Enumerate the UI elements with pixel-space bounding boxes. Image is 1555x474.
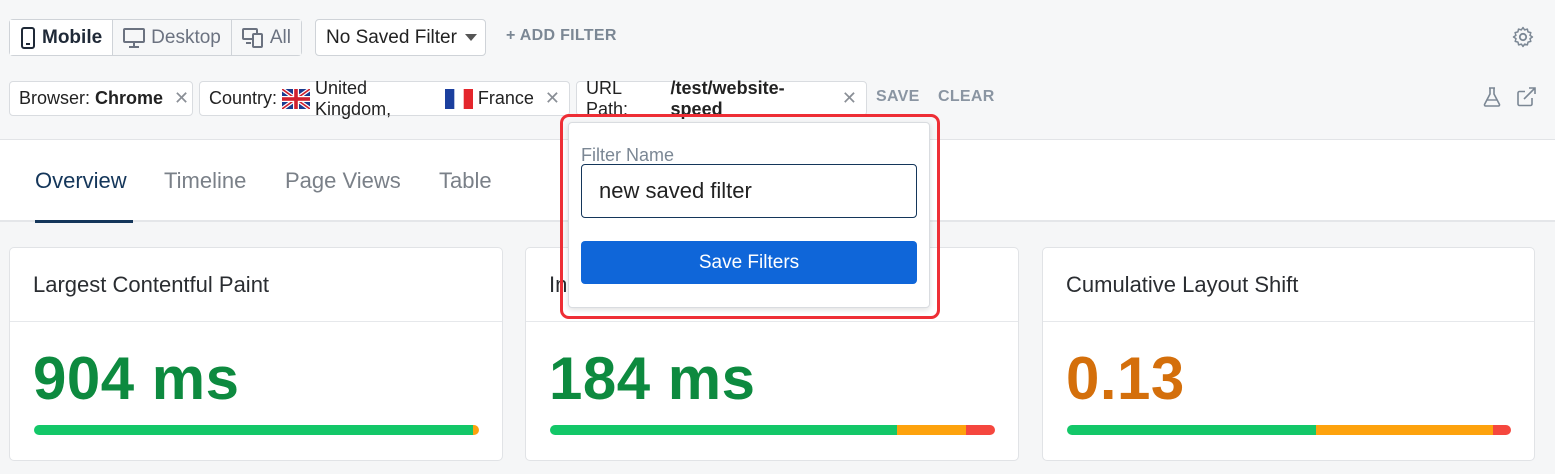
device-all-button[interactable]: All	[231, 20, 301, 55]
filter-toolbar: Mobile Desktop All No Saved Filter + ADD…	[0, 0, 1555, 140]
divider	[1043, 321, 1534, 322]
add-filter-button[interactable]: + ADD FILTER	[506, 27, 617, 45]
distribution-needs-improvement-segment	[472, 425, 479, 435]
close-icon[interactable]: ✕	[174, 88, 189, 109]
save-filter-popup: Filter Name Save Filters	[568, 122, 930, 308]
filter-name-label: Filter Name	[581, 145, 675, 165]
filter-chip-value: France	[477, 88, 534, 108]
device-mobile-label: Mobile	[42, 26, 103, 48]
filter-chip-country[interactable]: Country: United Kingdom, France ✕	[199, 78, 570, 119]
distribution-needs-improvement-segment	[1315, 425, 1494, 435]
divider	[526, 321, 1018, 322]
save-filters-button[interactable]: Save Filters	[581, 241, 917, 284]
tab-table[interactable]: Table	[439, 168, 492, 194]
filter-name-input[interactable]	[581, 164, 917, 218]
distribution-good-segment	[34, 425, 473, 435]
metric-card-cls: Cumulative Layout Shift 0.13	[1042, 247, 1535, 461]
metric-card-title: Cumulative Layout Shift	[1066, 272, 1299, 297]
metric-card-title: In	[549, 272, 568, 297]
filter-chip-value: United Kingdom,	[315, 77, 392, 119]
clear-filters-button[interactable]: CLEAR	[938, 88, 995, 106]
filter-chip-key: Browser:	[19, 88, 91, 108]
distribution-needs-improvement-segment	[897, 425, 967, 435]
metric-card-value: 904 ms	[33, 345, 240, 412]
filter-chip-url-path[interactable]: URL Path: /test/website-speed ✕	[576, 78, 867, 119]
device-desktop-label: Desktop	[151, 26, 221, 48]
metric-card-value: 0.13	[1066, 345, 1185, 412]
filter-chip-key: URL Path:	[586, 77, 629, 119]
filter-chip-value: /test/website-speed	[670, 77, 785, 119]
tab-page-views[interactable]: Page Views	[285, 168, 401, 194]
device-toggle: Mobile Desktop All	[9, 19, 302, 56]
metric-card-title: Largest Contentful Paint	[33, 272, 270, 297]
desktop-monitor-icon	[123, 27, 146, 48]
device-desktop-button[interactable]: Desktop	[113, 20, 232, 55]
tab-overview[interactable]: Overview	[35, 168, 127, 194]
saved-filter-value: No Saved Filter	[326, 26, 457, 48]
saved-filter-dropdown[interactable]: No Saved Filter	[315, 19, 486, 56]
close-icon[interactable]: ✕	[842, 88, 857, 109]
metric-card-lcp: Largest Contentful Paint 904 ms	[9, 247, 503, 461]
distribution-bar	[34, 425, 479, 435]
distribution-good-segment	[1067, 425, 1316, 435]
external-link-icon[interactable]	[1514, 85, 1538, 109]
save-filters-text-button[interactable]: SAVE	[876, 88, 920, 106]
distribution-bar	[550, 425, 995, 435]
caret-down-icon	[464, 34, 477, 41]
active-tab-indicator	[35, 220, 133, 223]
device-mobile-button[interactable]: Mobile	[10, 20, 114, 55]
distribution-poor-segment	[1493, 425, 1511, 435]
mobile-phone-icon	[20, 26, 36, 49]
gear-icon[interactable]	[1511, 25, 1535, 49]
filter-chip-browser[interactable]: Browser: Chrome ✕	[9, 81, 193, 116]
metric-card-value: 184 ms	[549, 345, 756, 412]
distribution-poor-segment	[966, 425, 995, 435]
france-flag-icon	[444, 88, 473, 109]
close-icon[interactable]: ✕	[545, 88, 560, 109]
device-all-label: All	[269, 26, 291, 48]
filter-chip-value: Chrome	[95, 88, 164, 108]
flask-icon[interactable]	[1480, 85, 1504, 109]
filter-chip-key: Country:	[209, 88, 278, 108]
distribution-good-segment	[550, 425, 898, 435]
divider	[10, 321, 502, 322]
uk-flag-icon	[280, 86, 312, 111]
tab-timeline[interactable]: Timeline	[164, 168, 246, 194]
distribution-bar	[1067, 425, 1511, 435]
all-devices-icon	[241, 27, 264, 48]
